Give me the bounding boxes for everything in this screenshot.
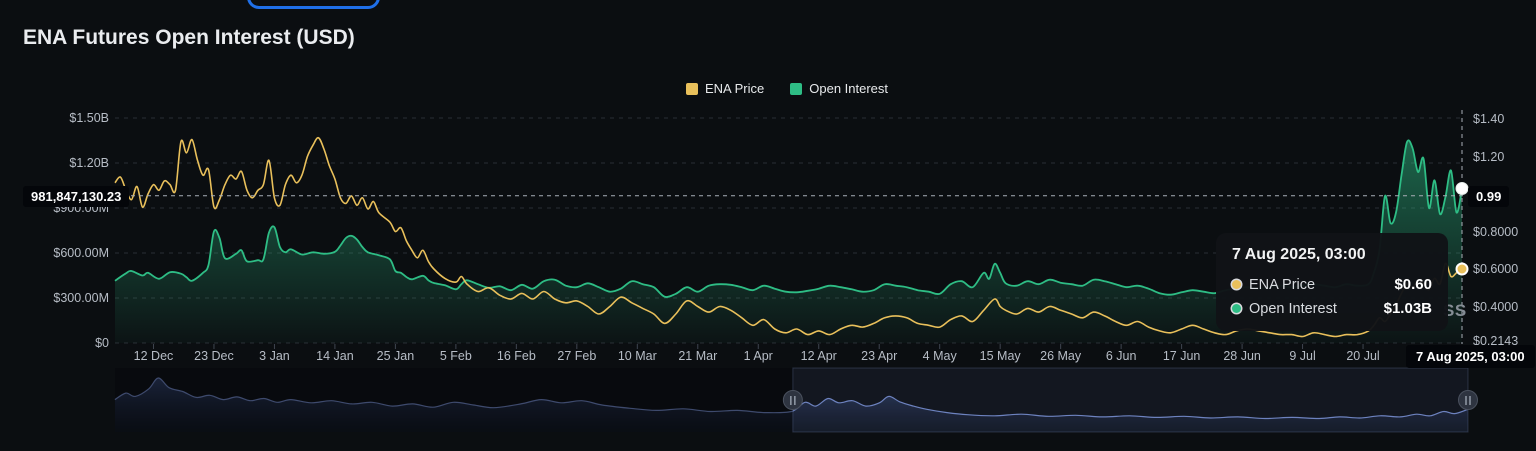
tooltip-value: $1.03B	[1383, 300, 1432, 317]
x-axis-label: 6 Jun	[1105, 349, 1137, 363]
x-axis-label: 12 Apr	[800, 349, 837, 363]
y-axis-label-right: $0.8000	[1473, 224, 1519, 239]
chart-svg[interactable]	[0, 0, 1536, 451]
y-axis-label-right: $0.6000	[1473, 262, 1519, 276]
y-axis-label-right: $1.40	[1473, 112, 1505, 126]
open-interest-swatch-icon	[790, 82, 803, 95]
x-axis-label: 15 May	[979, 349, 1021, 363]
y-axis-label-right: $1.20	[1473, 149, 1505, 164]
chart-tooltip: 7 Aug 2025, 03:00 ENA Price $0.60 Open I…	[1216, 233, 1448, 331]
y-axis-label-left: $1.20B	[69, 156, 109, 170]
open-interest-marker	[1455, 182, 1469, 195]
ena-price-dot-icon	[1232, 280, 1241, 289]
ena-price-marker	[1455, 262, 1469, 276]
legend-item-ena-price[interactable]: ENA Price	[686, 81, 764, 96]
chart-legend: ENA Price Open Interest	[686, 81, 888, 96]
x-axis-label: 17 Jun	[1162, 349, 1201, 363]
tooltip-label: ENA Price	[1249, 276, 1316, 293]
navigator-handle-right[interactable]	[1458, 390, 1478, 410]
x-axis-label: 14 Jan	[316, 349, 354, 363]
legend-item-open-interest[interactable]: Open Interest	[790, 81, 888, 96]
x-axis-label: 21 Mar	[678, 349, 718, 363]
x-axis-label: 10 Mar	[617, 349, 657, 363]
x-axis-label: 28 Jun	[1223, 349, 1261, 363]
y-axis-label-right: $0.4000	[1473, 299, 1519, 314]
x-axis-label: 23 Apr	[861, 349, 898, 363]
crosshair-oi-label: 981,847,130.23	[23, 186, 130, 207]
chart-title: ENA Futures Open Interest (USD)	[23, 26, 355, 49]
x-axis-label: 26 May	[1040, 349, 1082, 363]
x-axis-label: 4 May	[922, 349, 957, 363]
tooltip-datetime: 7 Aug 2025, 03:00	[1232, 246, 1366, 263]
y-axis-label-left: $0	[95, 336, 109, 350]
navigator-handle-left[interactable]	[782, 390, 803, 410]
x-axis-label: 5 Feb	[439, 349, 472, 363]
open-interest-dot-icon	[1232, 304, 1241, 313]
page: ENA Futures Open Interest (USD) ENA Pric…	[0, 0, 1536, 451]
tooltip-row: ENA Price $0.60	[1232, 276, 1432, 293]
legend-label: ENA Price	[705, 81, 765, 96]
x-axis-label: 3 Jan	[259, 349, 290, 363]
navigator-selection[interactable]	[792, 367, 1469, 433]
x-axis-label: 23 Dec	[194, 349, 234, 363]
y-axis-label-left: $1.50B	[69, 111, 109, 125]
x-axis-label: 27 Feb	[557, 349, 597, 363]
top-button-fragment[interactable]	[247, 0, 380, 9]
crosshair-date-label: 7 Aug 2025, 03:00	[1406, 345, 1535, 368]
tooltip-label: Open Interest	[1249, 300, 1337, 317]
y-axis-label-left: $300.00M	[53, 291, 109, 305]
tooltip-value: $0.60	[1394, 276, 1432, 293]
x-axis-label: 9 Jul	[1289, 349, 1316, 363]
legend-label: Open Interest	[809, 81, 889, 96]
ena-price-swatch-icon	[686, 82, 698, 95]
tooltip-row: Open Interest $1.03B	[1232, 300, 1432, 317]
x-axis-label: 12 Dec	[133, 349, 174, 363]
y-axis-label-left: $600.00M	[53, 246, 109, 260]
crosshair-price-label: 0.99	[1468, 186, 1510, 207]
x-axis-label: 25 Jan	[376, 349, 415, 363]
x-axis-label: 16 Feb	[496, 349, 536, 363]
navigator-unselected-mask	[115, 368, 793, 432]
x-axis-label: 20 Jul	[1346, 349, 1380, 363]
x-axis-label: 1 Apr	[743, 349, 773, 363]
